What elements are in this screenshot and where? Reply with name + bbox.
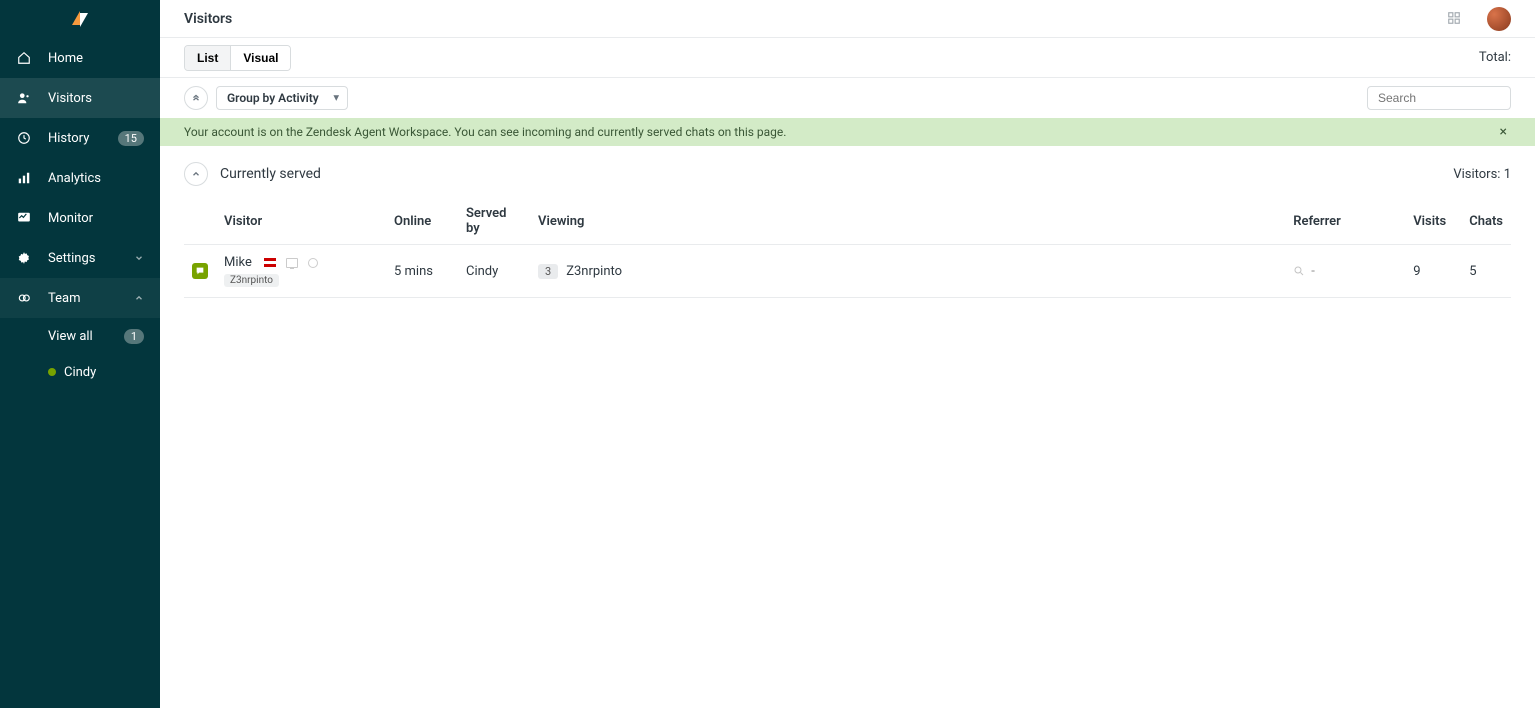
- cell-viewing: 3 Z3nrpinto: [530, 245, 1285, 298]
- chevron-down-icon: [134, 253, 144, 263]
- col-visits: Visits: [1405, 198, 1461, 245]
- col-chats: Chats: [1461, 198, 1511, 245]
- chevron-up-icon: [134, 293, 144, 303]
- viewing-count-badge: 3: [538, 264, 558, 279]
- tab-list[interactable]: List: [185, 46, 230, 70]
- col-visitor: Visitor: [216, 198, 386, 245]
- topbar: Visitors: [160, 0, 1535, 38]
- sidebar-item-label: Home: [48, 51, 144, 66]
- collapse-all-button[interactable]: [184, 86, 208, 110]
- viewing-page: Z3nrpinto: [566, 264, 622, 279]
- cell-referrer: -: [1285, 245, 1405, 298]
- total-label: Total:: [1479, 50, 1511, 65]
- logo-area: [0, 0, 160, 38]
- cell-served-by: Cindy: [458, 245, 530, 298]
- gear-icon: [16, 250, 32, 266]
- workspace-notice: Your account is on the Zendesk Agent Wor…: [160, 118, 1535, 146]
- history-badge: 15: [118, 131, 144, 146]
- group-by-select[interactable]: Group by Activity: [216, 86, 348, 110]
- double-chevron-up-icon: [191, 93, 201, 103]
- apps-grid-icon[interactable]: [1447, 11, 1463, 27]
- sidebar-item-team[interactable]: Team: [0, 278, 160, 318]
- analytics-icon: [16, 170, 32, 186]
- col-referrer: Referrer: [1285, 198, 1405, 245]
- sidebar-item-label: Settings: [48, 251, 128, 266]
- sidebar-item-label: Team: [48, 291, 128, 306]
- view-all-badge: 1: [124, 329, 144, 344]
- sidebar: Home Visitors History 15 Analytics Monit…: [0, 0, 160, 708]
- visitor-name-row: Mike: [224, 255, 378, 270]
- group-by-label: Group by Activity: [227, 91, 319, 105]
- nav: Home Visitors History 15 Analytics Monit…: [0, 38, 160, 318]
- sidebar-item-history[interactable]: History 15: [0, 118, 160, 158]
- chat-bubble-icon: [192, 263, 208, 279]
- collapse-section-button[interactable]: [184, 162, 208, 186]
- table-header-row: Visitor Online Served by Viewing Referre…: [184, 198, 1511, 245]
- team-submenu: View all 1 Cindy: [0, 318, 160, 390]
- section-header: Currently served Visitors: 1: [184, 162, 1511, 186]
- avatar[interactable]: [1487, 7, 1511, 31]
- cell-chats: 5: [1461, 245, 1511, 298]
- monitor-icon: [16, 210, 32, 226]
- controls-bar: List Visual Total:: [160, 38, 1535, 78]
- sidebar-item-settings[interactable]: Settings: [0, 238, 160, 278]
- sidebar-item-visitors[interactable]: Visitors: [0, 78, 160, 118]
- chevron-up-icon: [191, 169, 201, 179]
- visitor-tag: Z3nrpinto: [224, 274, 279, 287]
- sidebar-item-home[interactable]: Home: [0, 38, 160, 78]
- cell-status: [184, 245, 216, 298]
- search-icon: [1293, 265, 1305, 277]
- team-icon: [16, 290, 32, 306]
- sidebar-item-label: Analytics: [48, 171, 144, 186]
- desktop-icon: [286, 258, 298, 268]
- main: Visitors List Visual Total: Group by Act…: [160, 0, 1535, 708]
- team-view-all[interactable]: View all 1: [0, 318, 160, 354]
- view-all-label: View all: [48, 329, 93, 344]
- filters-bar: Group by Activity: [160, 78, 1535, 118]
- home-icon: [16, 50, 32, 66]
- sidebar-item-label: Monitor: [48, 211, 144, 226]
- table-row[interactable]: Mike Z3nrpinto 5 mins Cindy 3: [184, 245, 1511, 298]
- search-input[interactable]: [1367, 86, 1511, 110]
- status-dot-icon: [48, 368, 56, 376]
- section-currently-served: Currently served Visitors: 1 Visitor Onl…: [160, 146, 1535, 314]
- page-title: Visitors: [184, 11, 232, 27]
- history-icon: [16, 130, 32, 146]
- section-title: Currently served: [220, 166, 321, 182]
- search-wrap: [1367, 86, 1511, 110]
- section-visitors-count: Visitors: 1: [1453, 167, 1511, 182]
- cell-online: 5 mins: [386, 245, 458, 298]
- logo-icon: [70, 9, 90, 29]
- col-status: [184, 198, 216, 245]
- sidebar-item-analytics[interactable]: Analytics: [0, 158, 160, 198]
- referrer-value: -: [1311, 264, 1315, 279]
- tab-visual[interactable]: Visual: [230, 46, 290, 70]
- col-viewing: Viewing: [530, 198, 1285, 245]
- cell-visits: 9: [1405, 245, 1461, 298]
- team-member-name: Cindy: [64, 365, 96, 380]
- team-member[interactable]: Cindy: [0, 354, 160, 390]
- notice-text: Your account is on the Zendesk Agent Wor…: [184, 125, 786, 139]
- flag-icon: [264, 258, 276, 267]
- sidebar-item-monitor[interactable]: Monitor: [0, 198, 160, 238]
- visitors-icon: [16, 90, 32, 106]
- close-icon[interactable]: ×: [1496, 124, 1511, 140]
- sidebar-item-label: Visitors: [48, 91, 144, 106]
- visitor-table: Visitor Online Served by Viewing Referre…: [184, 198, 1511, 298]
- browser-icon: [308, 258, 318, 268]
- cell-visitor: Mike Z3nrpinto: [216, 245, 386, 298]
- view-toggle: List Visual: [184, 45, 291, 71]
- sidebar-item-label: History: [48, 131, 118, 146]
- col-served-by: Served by: [458, 198, 530, 245]
- col-online: Online: [386, 198, 458, 245]
- visitor-name: Mike: [224, 255, 252, 270]
